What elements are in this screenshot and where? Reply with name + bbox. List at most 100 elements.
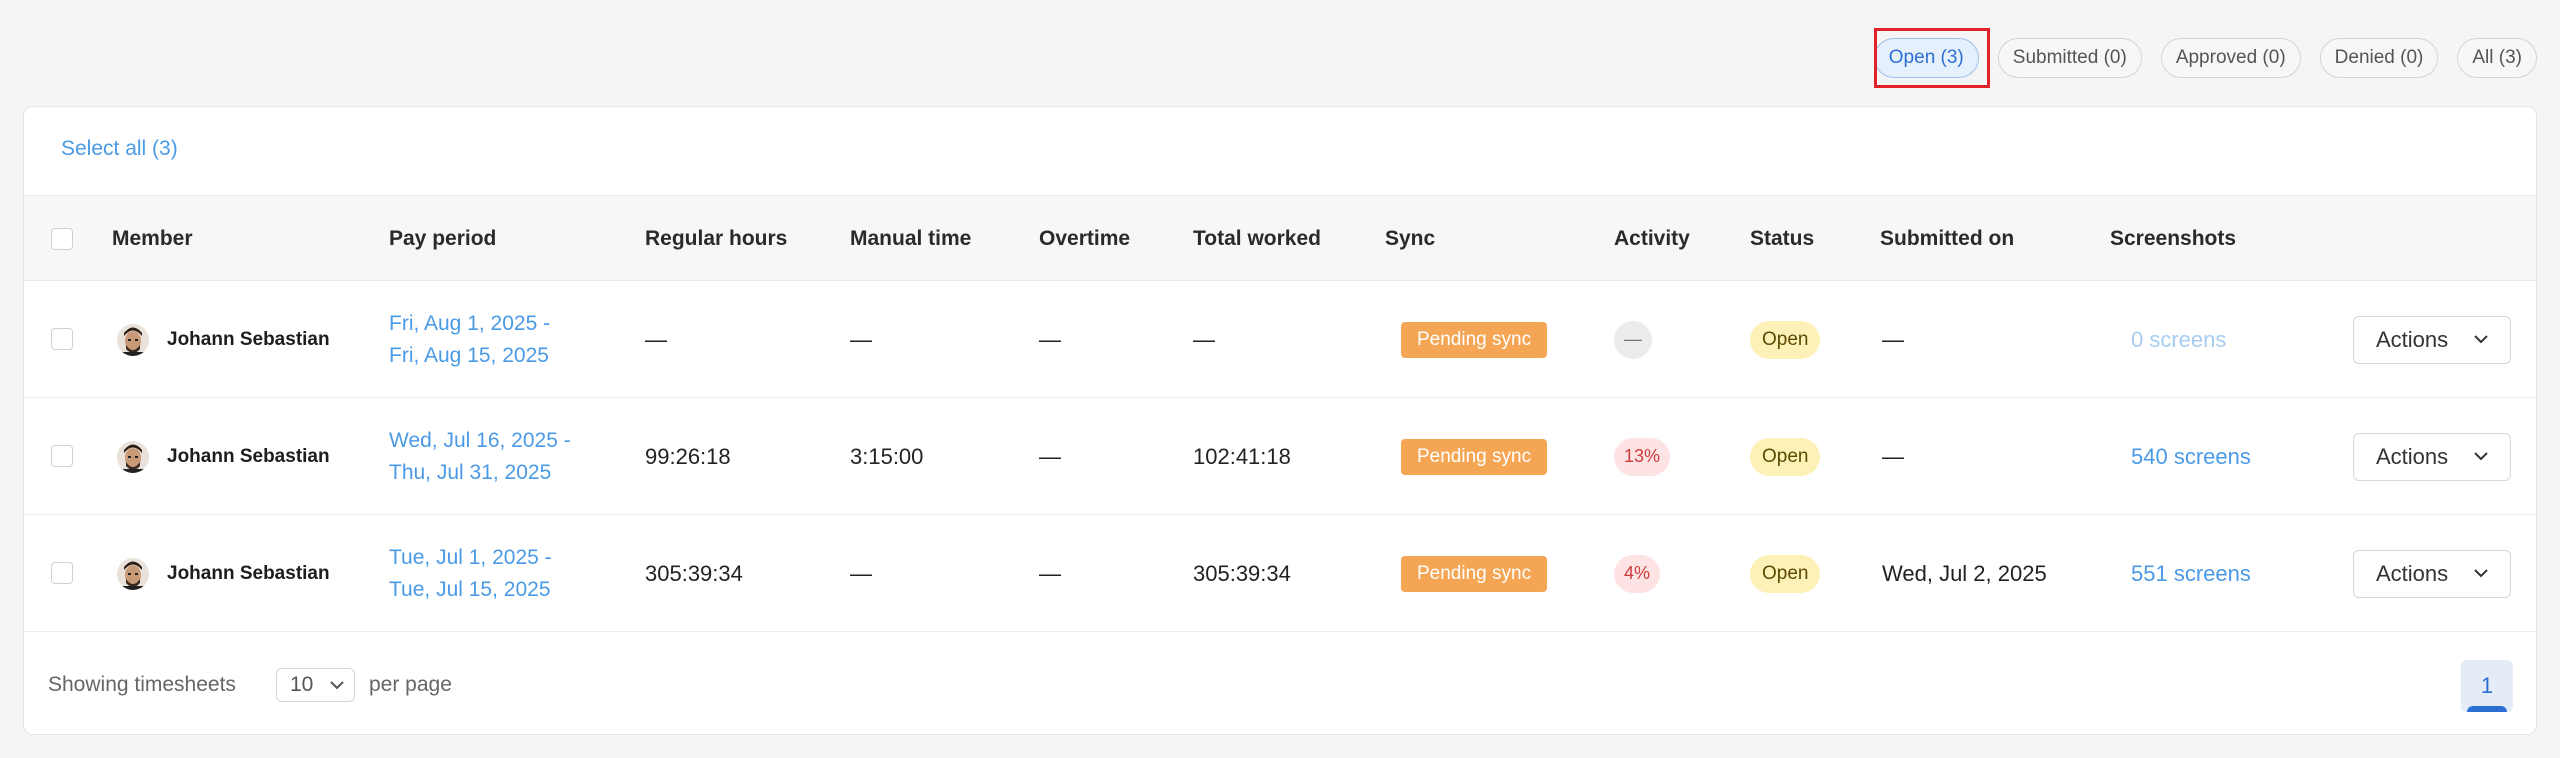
screenshots-link[interactable]: 551 screens <box>2131 561 2251 587</box>
per-page-value: 10 <box>290 673 314 696</box>
filter-tab-submitted[interactable]: Submitted (0) <box>1997 38 2142 78</box>
actions-label: Actions <box>2376 326 2449 352</box>
activity-cell: — <box>1614 281 1652 398</box>
status-cell: Open <box>1750 515 1821 632</box>
screenshots-link[interactable]: 540 screens <box>2131 444 2251 470</box>
column-header-overtime[interactable]: Overtime <box>1039 196 1130 282</box>
select-all-link[interactable]: Select all (3) <box>61 137 178 161</box>
pay-period-cell: Tue, Jul 1, 2025 - Tue, Jul 15, 2025 <box>389 515 552 632</box>
actions-cell: Actions <box>2353 398 2511 515</box>
status-badge: Open <box>1750 554 1821 593</box>
pay-period-start: Wed, Jul 16, 2025 - <box>389 428 571 452</box>
manual-time-value: — <box>850 326 872 352</box>
sync-cell: Pending sync <box>1401 398 1548 515</box>
pagination-page-button[interactable]: 1 <box>2461 660 2513 712</box>
per-page-select[interactable]: 10 <box>276 668 355 702</box>
actions-dropdown-button[interactable]: Actions <box>2353 315 2511 364</box>
column-header-member[interactable]: Member <box>112 196 193 282</box>
actions-label: Actions <box>2376 443 2449 469</box>
overtime-value: — <box>1039 326 1061 352</box>
status-cell: Open <box>1750 398 1821 515</box>
regular-hours-value: 305:39:34 <box>645 560 743 586</box>
member-name[interactable]: Johann Sebastian <box>167 329 330 351</box>
pay-period-start: Tue, Jul 1, 2025 - <box>389 545 552 569</box>
activity-cell: 4% <box>1614 515 1661 632</box>
screenshots-cell: 540 screens <box>2131 398 2251 515</box>
overtime-value: — <box>1039 443 1061 469</box>
actions-cell: Actions <box>2353 515 2511 632</box>
column-header-activity[interactable]: Activity <box>1614 196 1690 282</box>
screenshots-link[interactable]: 0 screens <box>2131 327 2226 353</box>
submitted-on-value: Wed, Jul 2, 2025 <box>1882 560 2047 586</box>
total-worked-value: 102:41:18 <box>1193 443 1291 469</box>
actions-label: Actions <box>2376 560 2449 586</box>
status-cell: Open <box>1750 281 1821 398</box>
status-badge: Open <box>1750 437 1821 476</box>
member-cell: Johann Sebastian <box>117 281 330 398</box>
filter-tab-all[interactable]: All (3) <box>2457 38 2537 78</box>
pay-period-cell: Fri, Aug 1, 2025 - Fri, Aug 15, 2025 <box>389 281 550 398</box>
chevron-down-icon <box>2474 569 2488 578</box>
overtime-value: — <box>1039 560 1061 586</box>
column-header-pay-period[interactable]: Pay period <box>389 196 496 282</box>
pending-sync-badge[interactable]: Pending sync <box>1401 321 1548 358</box>
chevron-down-icon <box>2474 452 2488 461</box>
filter-tab-denied[interactable]: Denied (0) <box>2319 38 2439 78</box>
per-page-label: per page <box>369 673 452 696</box>
table-row: Johann Sebastian Fri, Aug 1, 2025 - Fri,… <box>24 281 2536 398</box>
select-all-checkbox[interactable] <box>51 228 73 250</box>
column-header-sync[interactable]: Sync <box>1385 196 1435 282</box>
pay-period-link[interactable]: Tue, Jul 1, 2025 - Tue, Jul 15, 2025 <box>389 546 552 602</box>
table-header: Member Pay period Regular hours Manual t… <box>24 195 2536 281</box>
column-header-screenshots[interactable]: Screenshots <box>2110 196 2236 282</box>
filter-tab-open[interactable]: Open (3) <box>1873 38 1979 78</box>
member-name[interactable]: Johann Sebastian <box>167 446 330 468</box>
member-cell: Johann Sebastian <box>117 398 330 515</box>
activity-cell: 13% <box>1614 398 1671 515</box>
manual-time-value: 3:15:00 <box>850 443 924 469</box>
column-header-manual-time[interactable]: Manual time <box>850 196 971 282</box>
column-header-submitted-on[interactable]: Submitted on <box>1880 196 2014 282</box>
manual-time-value: — <box>850 560 872 586</box>
column-header-regular-hours[interactable]: Regular hours <box>645 196 787 282</box>
row-checkbox[interactable] <box>51 328 73 350</box>
total-worked-value: — <box>1193 326 1215 352</box>
row-checkbox[interactable] <box>51 445 73 467</box>
filter-tab-approved[interactable]: Approved (0) <box>2160 38 2301 78</box>
table-row: Johann Sebastian Wed, Jul 16, 2025 - Thu… <box>24 398 2536 515</box>
pay-period-link[interactable]: Wed, Jul 16, 2025 - Thu, Jul 31, 2025 <box>389 429 571 485</box>
pay-period-start: Fri, Aug 1, 2025 - <box>389 311 551 335</box>
actions-dropdown-button[interactable]: Actions <box>2353 549 2511 598</box>
avatar <box>117 323 149 356</box>
pending-sync-badge[interactable]: Pending sync <box>1401 555 1548 592</box>
regular-hours-value: 99:26:18 <box>645 443 731 469</box>
row-checkbox[interactable] <box>51 562 73 584</box>
sync-cell: Pending sync <box>1401 515 1548 632</box>
avatar <box>117 557 149 590</box>
activity-badge: 4% <box>1614 554 1661 593</box>
screenshots-cell: 0 screens <box>2131 281 2226 398</box>
submitted-on-value: — <box>1882 443 1904 469</box>
showing-timesheets-label: Showing timesheets <box>48 673 236 696</box>
regular-hours-value: — <box>645 326 667 352</box>
member-name[interactable]: Johann Sebastian <box>167 563 330 585</box>
screenshots-cell: 551 screens <box>2131 515 2251 632</box>
table-row: Johann Sebastian Tue, Jul 1, 2025 - Tue,… <box>24 515 2536 632</box>
member-cell: Johann Sebastian <box>117 515 330 632</box>
actions-dropdown-button[interactable]: Actions <box>2353 432 2511 481</box>
status-badge: Open <box>1750 320 1821 359</box>
submitted-on-value: — <box>1882 326 1904 352</box>
status-filter-tabs: Open (3) Submitted (0) Approved (0) Deni… <box>1873 38 2537 78</box>
pay-period-end: Fri, Aug 15, 2025 <box>389 343 549 367</box>
sync-cell: Pending sync <box>1401 281 1548 398</box>
pay-period-end: Tue, Jul 15, 2025 <box>389 577 551 601</box>
total-worked-value: 305:39:34 <box>1193 560 1291 586</box>
pay-period-end: Thu, Jul 31, 2025 <box>389 460 552 484</box>
column-header-status[interactable]: Status <box>1750 196 1814 282</box>
pay-period-link[interactable]: Fri, Aug 1, 2025 - Fri, Aug 15, 2025 <box>389 312 550 368</box>
activity-badge: 13% <box>1614 437 1671 476</box>
activity-badge: — <box>1614 320 1652 359</box>
column-header-total-worked[interactable]: Total worked <box>1193 196 1321 282</box>
chevron-down-icon <box>330 680 344 689</box>
pending-sync-badge[interactable]: Pending sync <box>1401 438 1548 475</box>
